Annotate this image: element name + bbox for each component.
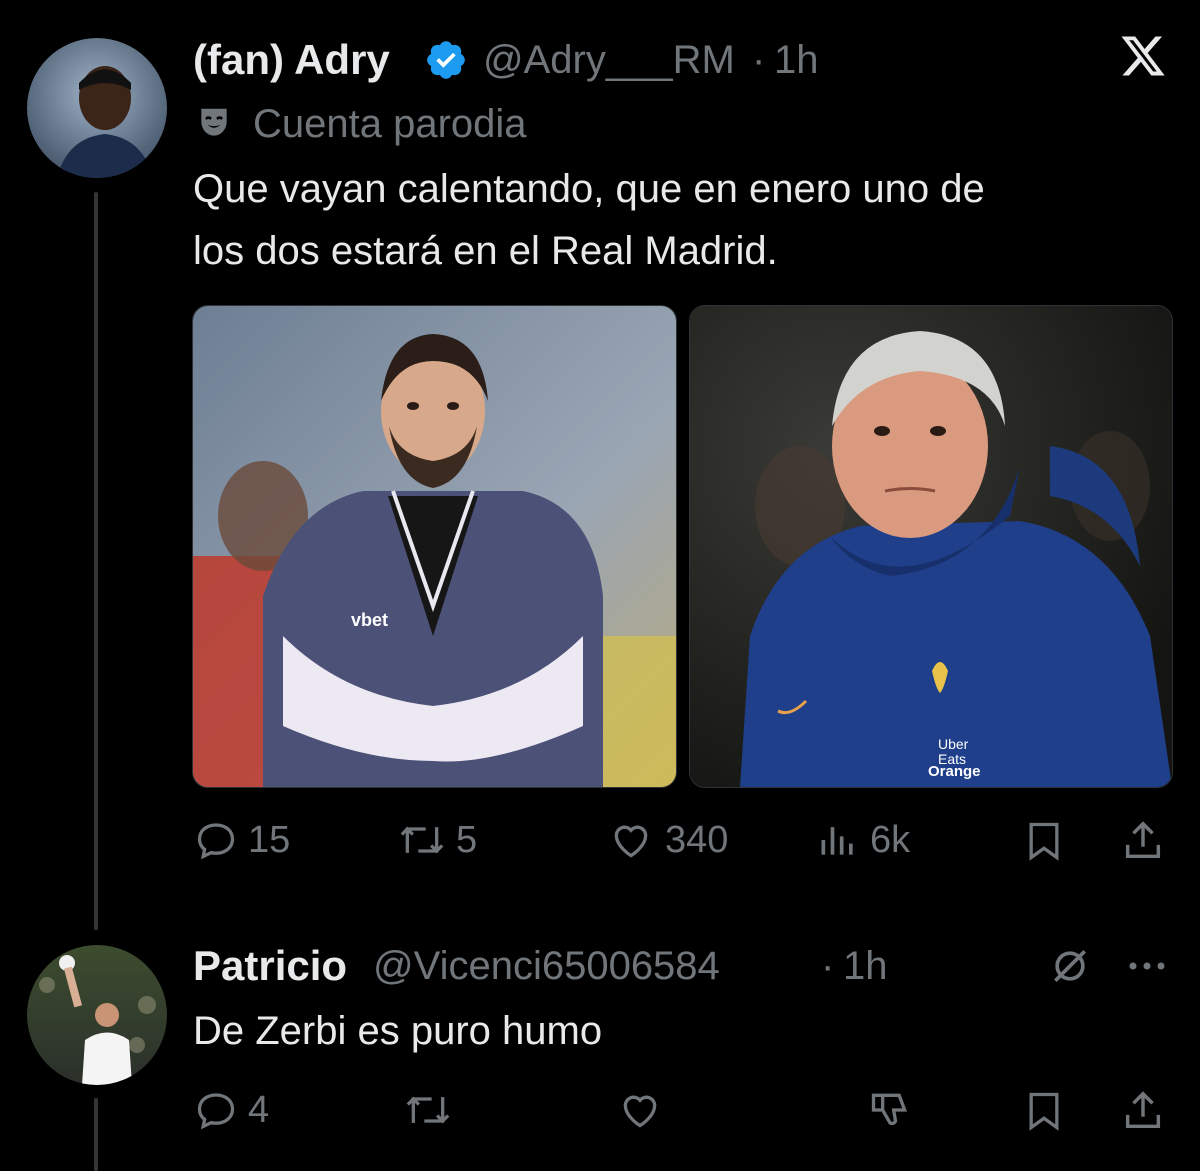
verified-badge-icon [424,38,468,87]
reply-reply-count: 4 [248,1088,270,1131]
jacket-sponsor-text-3: Orange [928,763,981,780]
reply-bookmark-button[interactable] [1022,1088,1066,1134]
tweet-text-line-1: Que vayan calentando, que en enero uno d… [193,167,985,211]
thread-line [94,192,98,930]
jacket-sponsor-text-1: Uber [938,736,969,752]
reply-downvote-button[interactable] [866,1088,914,1132]
repost-button[interactable]: 5 [398,818,477,862]
reply-icon [197,823,235,860]
tweet-text-line-2: los dos estará en el Real Madrid. [193,229,778,273]
share-icon [1125,821,1161,859]
jacket-sponsor-text: vbet [351,610,388,630]
tweet-time[interactable]: 1h [774,38,819,83]
grok-icon[interactable] [1046,944,1094,993]
heart-icon [614,825,648,858]
reply-button[interactable]: 15 [194,818,290,862]
bookmark-icon [1029,1092,1059,1131]
reply-author-avatar[interactable] [27,945,167,1085]
thumbs-down-icon [871,1093,908,1126]
like-count: 340 [665,818,729,861]
reply-text: De Zerbi es puro humo [193,1009,603,1053]
repost-count: 5 [456,818,478,861]
bookmark-icon [1029,822,1059,861]
heart-icon [623,1095,657,1128]
reply-author-handle[interactable]: @Vicenci65006584 [373,944,720,989]
parody-mask-icon [195,104,233,147]
share-button[interactable] [1120,818,1166,864]
parody-label: Cuenta parodia [253,102,527,146]
media-photo-left[interactable]: vbet [192,305,677,788]
like-button[interactable]: 340 [607,818,728,862]
author-name[interactable]: (fan) Adry [193,36,390,84]
reply-time[interactable]: 1h [843,944,888,989]
reply-like-button[interactable] [616,1088,664,1132]
views-icon [821,827,853,855]
reply-share-button[interactable] [1120,1088,1166,1134]
views-button[interactable]: 6k [816,818,910,862]
separator: · [752,38,766,82]
thread-line-reply [94,1098,98,1171]
reply-reply-button[interactable]: 4 [194,1088,269,1132]
repost-icon [400,826,444,854]
x-logo-icon[interactable] [1118,32,1168,85]
reply-repost-button[interactable] [404,1088,452,1132]
media-photo-right[interactable]: Uber Eats Orange [689,305,1173,788]
bookmark-button[interactable] [1022,818,1066,864]
reply-separator: · [821,944,835,988]
reply-count: 15 [248,818,291,861]
author-handle[interactable]: @Adry___RM [483,38,735,83]
share-icon [1125,1091,1161,1129]
views-count: 6k [870,818,911,861]
reply-author-name[interactable]: Patricio [193,942,347,990]
author-avatar[interactable] [27,38,167,178]
repost-icon [406,1096,450,1124]
more-icon[interactable] [1126,956,1168,981]
reply-icon [197,1093,235,1130]
